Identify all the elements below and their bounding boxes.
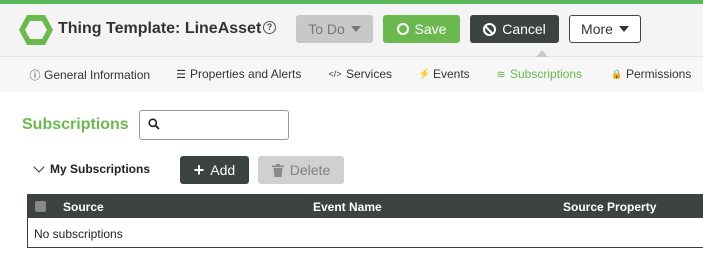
rss-icon: ≋ bbox=[496, 68, 506, 81]
section-title: Subscriptions bbox=[22, 116, 129, 133]
circle-icon bbox=[396, 23, 409, 35]
page-title: Thing Template: LineAsset bbox=[58, 20, 262, 37]
group-label: My Subscriptions bbox=[50, 162, 151, 176]
save-button[interactable]: Save bbox=[383, 15, 460, 43]
top-toolbar: Thing Template: LineAsset ? To Do Save C… bbox=[0, 0, 703, 56]
tab-services[interactable]: </> Services bbox=[327, 67, 392, 81]
plus-icon: + bbox=[193, 160, 205, 180]
caret-down-icon bbox=[618, 26, 629, 32]
lock-icon: 🔒 bbox=[611, 68, 623, 79]
entity-tabs: ⓘ General Information ☰ Properties and A… bbox=[0, 56, 703, 92]
tab-label: Permissions bbox=[626, 67, 692, 81]
bolt-icon: ⚡ bbox=[418, 68, 431, 80]
state-dropdown-button[interactable]: To Do bbox=[296, 15, 373, 43]
tab-events[interactable]: ⚡ Events bbox=[418, 67, 470, 81]
search-icon bbox=[148, 118, 160, 130]
my-subscriptions-toggle[interactable]: My Subscriptions bbox=[33, 161, 151, 176]
delete-subscription-button[interactable]: Delete bbox=[258, 156, 344, 184]
list-icon: ☰ bbox=[176, 68, 186, 81]
state-label: To Do bbox=[308, 21, 345, 37]
column-header-source[interactable]: Source bbox=[63, 200, 104, 214]
search-input[interactable] bbox=[164, 116, 284, 134]
tab-label: Properties and Alerts bbox=[190, 67, 302, 81]
tab-label: Subscriptions bbox=[510, 67, 583, 81]
search-box[interactable] bbox=[139, 110, 289, 140]
tab-label: General Information bbox=[44, 68, 151, 82]
trash-icon bbox=[271, 163, 284, 177]
tab-permissions[interactable]: 🔒 Permissions bbox=[611, 67, 691, 81]
caret-down-icon bbox=[350, 26, 361, 32]
delete-label: Delete bbox=[289, 162, 331, 178]
code-icon: </> bbox=[328, 69, 342, 79]
cancel-label: Cancel bbox=[502, 21, 546, 37]
add-label: Add bbox=[210, 162, 236, 178]
info-icon: ⓘ bbox=[29, 70, 41, 82]
save-label: Save bbox=[414, 21, 447, 37]
subscriptions-table: Source Event Name Source Property No sub… bbox=[27, 194, 703, 248]
add-subscription-button[interactable]: + Add bbox=[180, 156, 249, 184]
select-all-checkbox[interactable] bbox=[35, 201, 46, 212]
tab-label: Services bbox=[346, 67, 393, 81]
table-header: Source Event Name Source Property bbox=[28, 195, 703, 218]
more-label: More bbox=[581, 21, 613, 37]
ban-icon bbox=[483, 22, 497, 36]
column-header-event-name[interactable]: Event Name bbox=[313, 200, 382, 214]
chevron-down-icon bbox=[33, 161, 45, 173]
table-empty-message: No subscriptions bbox=[34, 227, 123, 241]
active-tab-pointer bbox=[536, 50, 548, 57]
hexagon-logo-icon bbox=[19, 15, 53, 45]
more-menu-button[interactable]: More bbox=[569, 15, 641, 43]
tab-properties-and-alerts[interactable]: ☰ Properties and Alerts bbox=[175, 67, 301, 81]
tab-subscriptions[interactable]: ≋ Subscriptions bbox=[495, 67, 582, 81]
help-circle-icon[interactable]: ? bbox=[263, 21, 276, 34]
column-header-source-property[interactable]: Source Property bbox=[563, 200, 656, 214]
tab-general-information[interactable]: ⓘ General Information bbox=[29, 67, 151, 83]
cancel-button[interactable]: Cancel bbox=[470, 15, 559, 43]
tab-label: Events bbox=[433, 67, 470, 81]
